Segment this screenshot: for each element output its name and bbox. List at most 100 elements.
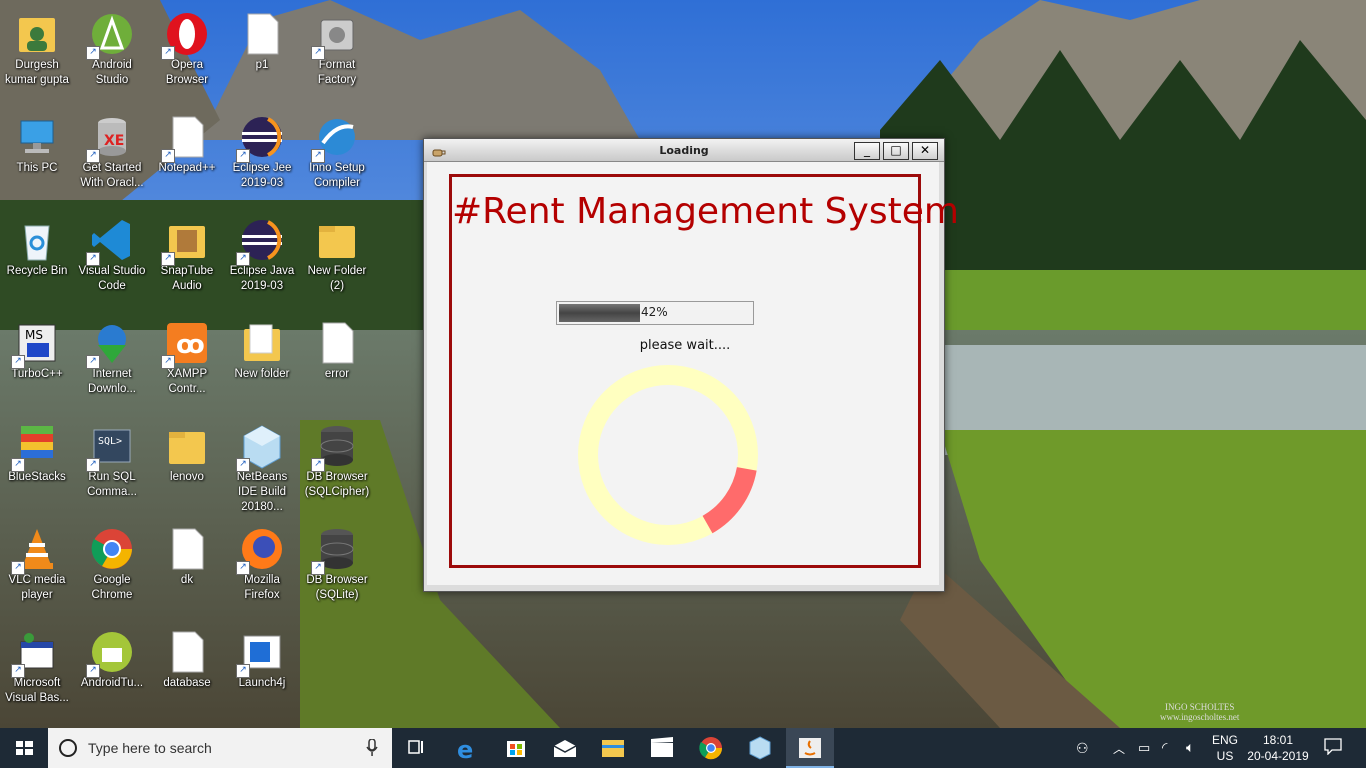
desktop-icon-inno-setup[interactable]: ↗ Inno Setup Compiler [300,107,374,207]
wifi-icon[interactable]: ◜ [1162,739,1167,756]
taskbar: Type here to search e ⚇ ︿ ▭ ◜ 🔈︎ ENG US … [0,728,1366,768]
desktop-icon-db-browser-sqlcipher[interactable]: ↗ DB Browser (SQLCipher) [300,416,374,516]
desktop-icon-db-browser-sqlite[interactable]: ↗ DB Browser (SQLite) [300,519,374,619]
desktop-icon-run-sql[interactable]: SQL> ↗ Run SQL Comma... [75,416,149,516]
document-icon [163,628,211,676]
desktop-icon-firefox[interactable]: ↗ Mozilla Firefox [225,519,299,619]
shortcut-arrow-icon: ↗ [11,355,25,369]
desktop-icon-user-folder[interactable]: Durgesh kumar gupta [0,4,74,104]
document-icon [313,319,361,367]
sql-command-icon: SQL> ↗ [86,422,136,472]
icon-label: Inno Setup Compiler [309,162,365,189]
desktop-icon-eclipse-jee[interactable]: ↗ Eclipse Jee 2019-03 [225,107,299,207]
desktop-icon-xampp[interactable]: ꝏ ↗ XAMPP Contr... [150,313,224,413]
desktop-icon-new-folder-2[interactable]: New Folder (2) [300,210,374,310]
desktop-icon-chrome[interactable]: Google Chrome [75,519,149,619]
microphone-icon[interactable] [366,738,378,761]
desktop-icon-lenovo[interactable]: lenovo [150,416,224,516]
progress-bar: 42% [556,301,754,325]
shortcut-arrow-icon: ↗ [11,561,25,575]
task-view-icon[interactable] [392,728,440,768]
icon-label: Format Factory [317,59,357,86]
desktop-icon-idm[interactable]: ↗ Internet Downlo... [75,313,149,413]
desktop-icon-new-folder[interactable]: New folder [225,313,299,413]
icon-label: DB Browser (SQLite) [306,574,368,601]
app-icon[interactable] [736,728,784,768]
desktop-icon-turboc[interactable]: MS ↗ TurboC++ [0,313,74,413]
shortcut-arrow-icon: ↗ [86,46,100,60]
edge-icon[interactable]: e [443,728,491,768]
desktop-icon-vscode[interactable]: ↗ Visual Studio Code [75,210,149,310]
desktop-icon-vlc[interactable]: ↗ VLC media player [0,519,74,619]
chrome-icon [88,525,136,573]
file-explorer-icon[interactable] [589,728,637,768]
icon-label: Mozilla Firefox [244,574,280,601]
movies-icon[interactable] [638,728,686,768]
launch4j-icon: ↗ [236,628,286,678]
icon-label: database [163,677,211,689]
desktop-icon-format-factory[interactable]: ↗ Format Factory [300,4,374,104]
svg-text:XE: XE [104,133,124,149]
shortcut-arrow-icon: ↗ [86,664,100,678]
people-icon[interactable]: ⚇ [1076,740,1089,757]
chrome-icon[interactable] [687,728,735,768]
icon-label: Android Studio [92,59,132,86]
icon-label: Opera Browser [165,59,209,86]
desktop-icon-recycle-bin[interactable]: Recycle Bin [0,210,74,310]
dialog-titlebar[interactable]: Loading _ □ ✕ [424,139,944,162]
loading-spinner-icon [578,365,758,545]
bluestacks-icon: ↗ [11,422,61,472]
battery-icon[interactable]: ▭ [1138,740,1150,756]
desktop-icon-error[interactable]: error [300,313,374,413]
desktop-icon-snaptube[interactable]: ↗ SnapTube Audio [150,210,224,310]
close-button[interactable]: ✕ [912,142,938,160]
icon-label: This PC [16,162,58,174]
desktop-icon-dk[interactable]: dk [150,519,224,619]
icon-label: p1 [255,59,269,71]
desktop-icon-p1[interactable]: p1 [225,4,299,104]
desktop-icon-bluestacks[interactable]: ↗ BlueStacks [0,416,74,516]
svg-text:e: e [457,736,473,764]
desktop-icon-netbeans[interactable]: ↗ NetBeans IDE Build 20180... [225,416,299,516]
desktop-icon-oracle[interactable]: XE ↗ Get Started With Oracl... [75,107,149,207]
chevron-up-icon[interactable]: ︿ [1113,740,1125,757]
format-factory-icon: ↗ [311,10,361,60]
notifications-icon[interactable] [1324,737,1342,758]
language-indicator[interactable]: ENG US [1212,732,1238,764]
icon-label: VLC media player [8,574,66,601]
icon-label: Notepad++ [158,162,216,174]
eclipse-icon: ↗ [236,113,286,163]
eclipse-icon: ↗ [236,216,286,266]
xampp-icon: ꝏ ↗ [161,319,211,369]
desktop-icon-opera[interactable]: ↗ Opera Browser [150,4,224,104]
database-icon: ↗ [311,422,361,472]
document-icon [238,10,286,58]
store-icon[interactable] [492,728,540,768]
shortcut-arrow-icon: ↗ [11,664,25,678]
mail-icon[interactable] [541,728,589,768]
desktop-icon-android-studio[interactable]: ↗ Android Studio [75,4,149,104]
java-icon[interactable] [786,728,834,768]
desktop-icon-notepadpp[interactable]: ↗ Notepad++ [150,107,224,207]
watermark-line1: INGO SCHOLTES [1164,702,1235,712]
icon-label: dk [180,574,194,586]
desktop-icon-eclipse-java[interactable]: ↗ Eclipse Java 2019-03 [225,210,299,310]
maximize-button[interactable]: □ [883,142,909,160]
desktop-icon-visual-basic[interactable]: ↗ Microsoft Visual Bas... [0,622,74,722]
desktop-icon-database[interactable]: database [150,622,224,722]
inno-setup-icon: ↗ [311,113,361,163]
shortcut-arrow-icon: ↗ [236,458,250,472]
volume-icon[interactable]: 🔈︎ [1186,739,1194,756]
desktop-icon-this-pc[interactable]: This PC [0,107,74,207]
icon-label: lenovo [170,471,204,483]
taskbar-search-box[interactable]: Type here to search [48,728,392,768]
desktop-icon-launch4j[interactable]: ↗ Launch4j [225,622,299,722]
start-button[interactable] [0,728,48,768]
user-folder-icon [13,10,61,58]
clock[interactable]: 18:01 20-04-2019 [1246,732,1310,764]
desktop-icon-androidtu[interactable]: ↗ AndroidTu... [75,622,149,722]
minimize-button[interactable]: _ [854,142,880,160]
shortcut-arrow-icon: ↗ [86,149,100,163]
icon-label: Internet Downlo... [88,368,136,395]
netbeans-icon: ↗ [236,422,286,472]
